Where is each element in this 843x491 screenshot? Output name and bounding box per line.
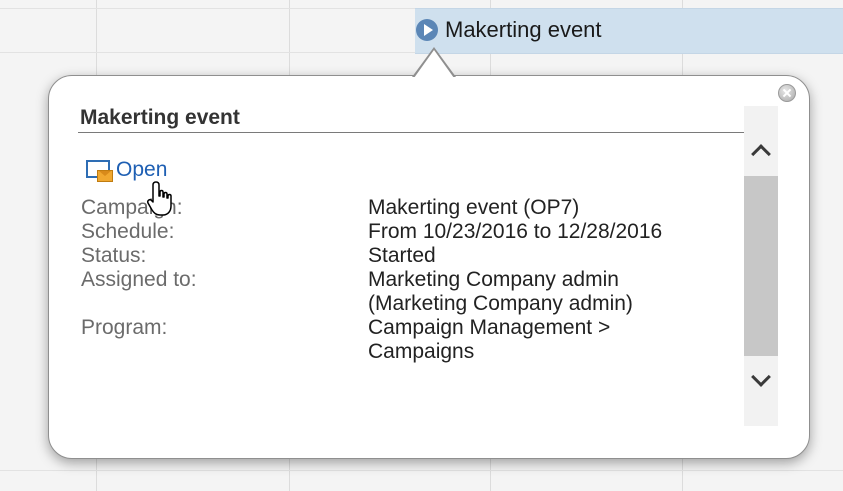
popup-pointer-fill	[414, 50, 454, 78]
grid-line	[0, 470, 843, 471]
detail-value-line: Campaign Management >	[368, 316, 611, 339]
popup-title: Makerting event	[80, 106, 240, 129]
open-link[interactable]: Open	[86, 156, 167, 184]
detail-label: Schedule:	[81, 220, 175, 243]
scrollbar-thumb[interactable]	[744, 176, 778, 356]
detail-value: Campaign Management > Campaigns	[368, 316, 748, 364]
detail-value: From 10/23/2016 to 12/28/2016	[368, 220, 748, 244]
play-circle-icon	[416, 19, 438, 41]
detail-value: Makerting event (OP7)	[368, 196, 748, 220]
detail-label: Campaign:	[81, 196, 183, 219]
close-icon[interactable]	[778, 84, 796, 102]
open-link-label: Open	[116, 158, 168, 181]
detail-value: Started	[368, 244, 748, 268]
envelope-shape	[97, 170, 113, 182]
open-campaign-icon	[86, 159, 113, 182]
detail-label: Status:	[81, 244, 147, 267]
detail-label: Program:	[81, 316, 168, 339]
detail-value-line: Started	[368, 244, 436, 267]
detail-value-line: From 10/23/2016 to 12/28/2016	[368, 220, 663, 243]
detail-label: Assigned to:	[81, 268, 197, 291]
detail-value-line: Makerting event (OP7)	[368, 196, 580, 219]
chevron-down-icon[interactable]	[744, 362, 778, 402]
calendar-event-bar[interactable]: Makerting event	[415, 8, 843, 54]
popup-scrollbar[interactable]	[744, 106, 778, 426]
calendar-event-title: Makerting event	[445, 17, 602, 42]
detail-value-line: Campaigns	[368, 340, 475, 363]
title-divider	[78, 132, 744, 133]
chevron-up-icon[interactable]	[744, 132, 778, 172]
detail-value: Marketing Company admin (Marketing Compa…	[368, 268, 748, 316]
detail-value-line: Marketing Company admin	[368, 268, 619, 291]
detail-value-line: (Marketing Company admin)	[368, 292, 633, 315]
